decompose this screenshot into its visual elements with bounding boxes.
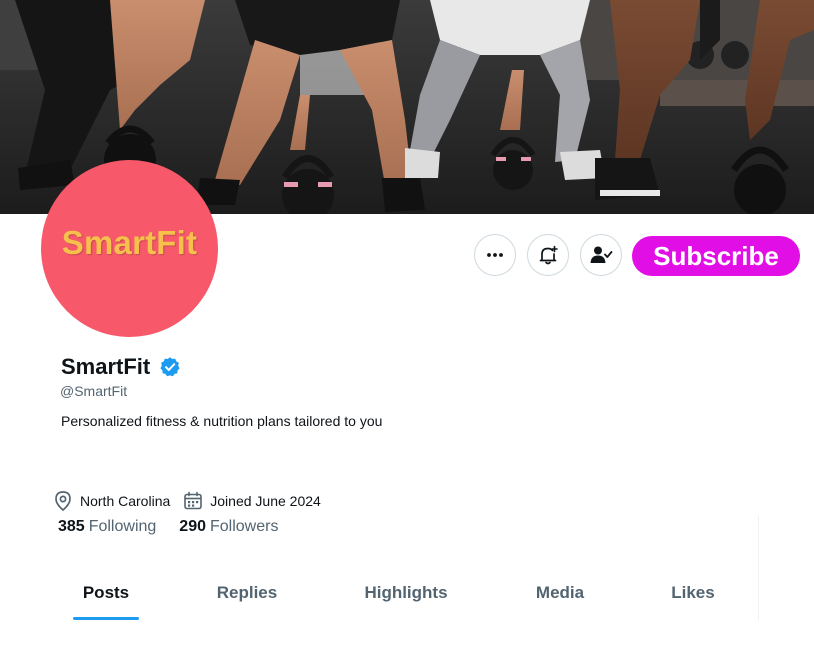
more-horizontal-icon [487, 253, 503, 257]
display-name: SmartFit [61, 354, 151, 379]
joined-date: Joined June 2024 [210, 493, 321, 509]
user-check-icon [590, 246, 613, 263]
profile-page: SmartFit Subscribe SmartFit @SmartFit Pe… [0, 0, 814, 650]
tab-label: Likes [671, 583, 715, 602]
tab-highlights[interactable]: Highlights [350, 566, 462, 620]
profile-meta: North Carolina Joined June 2024 [53, 490, 321, 512]
follow-stats: 385 Following 290 Followers [58, 518, 278, 536]
notifications-button[interactable] [527, 234, 569, 276]
following-label: Following [88, 518, 157, 535]
profile-bio: Personalized fitness & nutrition plans t… [61, 413, 383, 429]
profile-tabs: Posts Replies Highlights Media Likes [0, 566, 760, 620]
location-pin-icon [55, 491, 71, 512]
tab-posts[interactable]: Posts [56, 566, 156, 620]
calendar-icon [184, 491, 203, 510]
avatar-logo-text: SmartFit [61, 223, 198, 261]
profile-name-row: SmartFit [61, 354, 181, 380]
tab-label: Replies [216, 583, 278, 602]
tab-replies[interactable]: Replies [197, 566, 297, 620]
tab-label: Highlights [364, 583, 448, 602]
followers-label: Followers [210, 518, 279, 535]
joined-item: Joined June 2024 [183, 491, 321, 511]
tab-media[interactable]: Media [510, 566, 610, 620]
following-count: 385 [58, 518, 85, 535]
profile-handle: @SmartFit [60, 383, 128, 399]
tab-likes[interactable]: Likes [643, 566, 743, 620]
verified-badge-icon[interactable] [159, 356, 181, 378]
followers-link[interactable]: 290 Followers [179, 518, 278, 536]
location-text: North Carolina [80, 493, 171, 509]
active-tab-indicator [73, 617, 139, 620]
tab-label: Posts [82, 583, 130, 602]
bell-plus-icon [539, 245, 558, 265]
avatar[interactable]: SmartFit [41, 160, 218, 337]
subscribe-button[interactable]: Subscribe [632, 236, 800, 276]
location-item: North Carolina [53, 490, 170, 512]
more-options-button[interactable] [474, 234, 516, 276]
followers-count: 290 [179, 518, 206, 535]
following-link[interactable]: 385 Following [58, 518, 156, 536]
following-button[interactable] [580, 234, 622, 276]
tab-label: Media [535, 583, 585, 602]
